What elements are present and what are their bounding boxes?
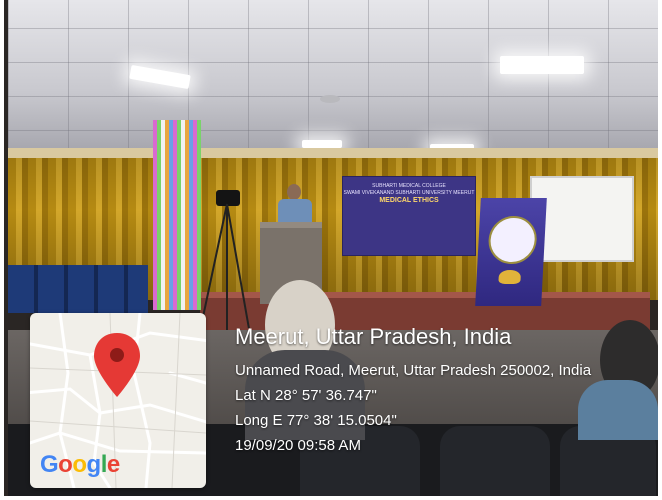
ceiling-light: [302, 140, 342, 148]
banner-line2: SWAMI VIVEKANAND SUBHARTI UNIVERSITY MEE…: [343, 190, 475, 196]
location-datetime: 19/09/20 09:58 AM: [235, 437, 361, 454]
auditorium-photo: SUBHARTI MEDICAL COLLEGE SWAMI VIVEKANAN…: [0, 0, 662, 500]
google-logo: Google: [40, 451, 120, 479]
logo-letter: G: [40, 451, 59, 478]
location-address: Unnamed Road, Meerut, Uttar Pradesh 2500…: [235, 362, 592, 379]
speaker-head: [287, 184, 301, 200]
ceiling-fan: [320, 95, 340, 103]
logo-letter: o: [58, 451, 73, 478]
ceiling-light: [500, 56, 584, 74]
map-pin-icon: [94, 333, 140, 397]
blue-chairs: [8, 265, 148, 313]
standee-emblem: [487, 216, 538, 264]
banner-title: MEDICAL ETHICS: [379, 197, 439, 204]
camera-tripod: [199, 190, 250, 330]
welcome-standee: [475, 198, 547, 306]
location-latitude: Lat N 28° 57' 36.747": [235, 387, 377, 404]
curtain-valance: [8, 148, 658, 158]
stage-banner: SUBHARTI MEDICAL COLLEGE SWAMI VIVEKANAN…: [342, 176, 476, 256]
logo-letter: g: [86, 451, 102, 478]
geotag-info: Meerut, Uttar Pradesh, India Unnamed Roa…: [235, 322, 591, 458]
location-city: Meerut, Uttar Pradesh, India: [235, 324, 512, 349]
decorated-pillar: [153, 120, 201, 310]
tripod-leg: [226, 204, 228, 330]
logo-letter: e: [106, 451, 120, 478]
map-thumbnail: Google: [30, 313, 206, 488]
logo-letter: o: [72, 451, 87, 478]
location-longitude: Long E 77° 38' 15.0504": [235, 412, 397, 429]
banner-line1: SUBHARTI MEDICAL COLLEGE: [372, 183, 446, 189]
lotus-icon: [498, 270, 522, 284]
